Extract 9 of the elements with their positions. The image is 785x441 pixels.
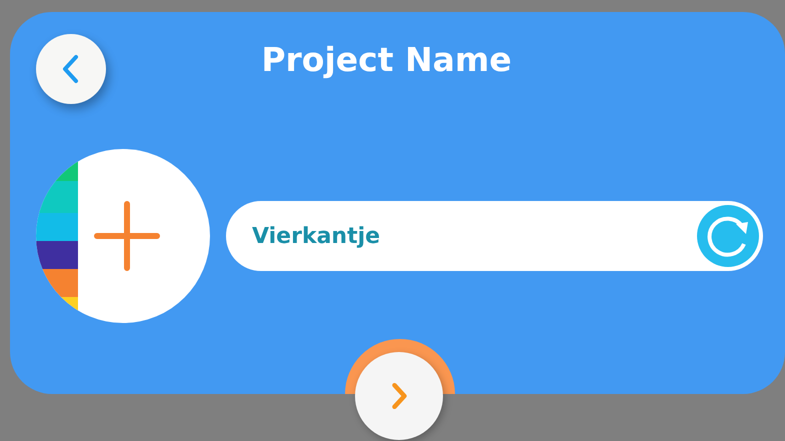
back-chevron-icon (61, 54, 81, 84)
next-button[interactable] (355, 352, 443, 440)
back-button[interactable] (36, 34, 106, 104)
color-stripes-icon (36, 161, 78, 311)
project-name-field[interactable]: Vierkantje (226, 201, 763, 271)
dialog-title: Project Name (260, 40, 513, 78)
refresh-icon[interactable] (696, 204, 760, 268)
next-chevron-icon (390, 382, 408, 410)
plus-icon (94, 201, 160, 271)
